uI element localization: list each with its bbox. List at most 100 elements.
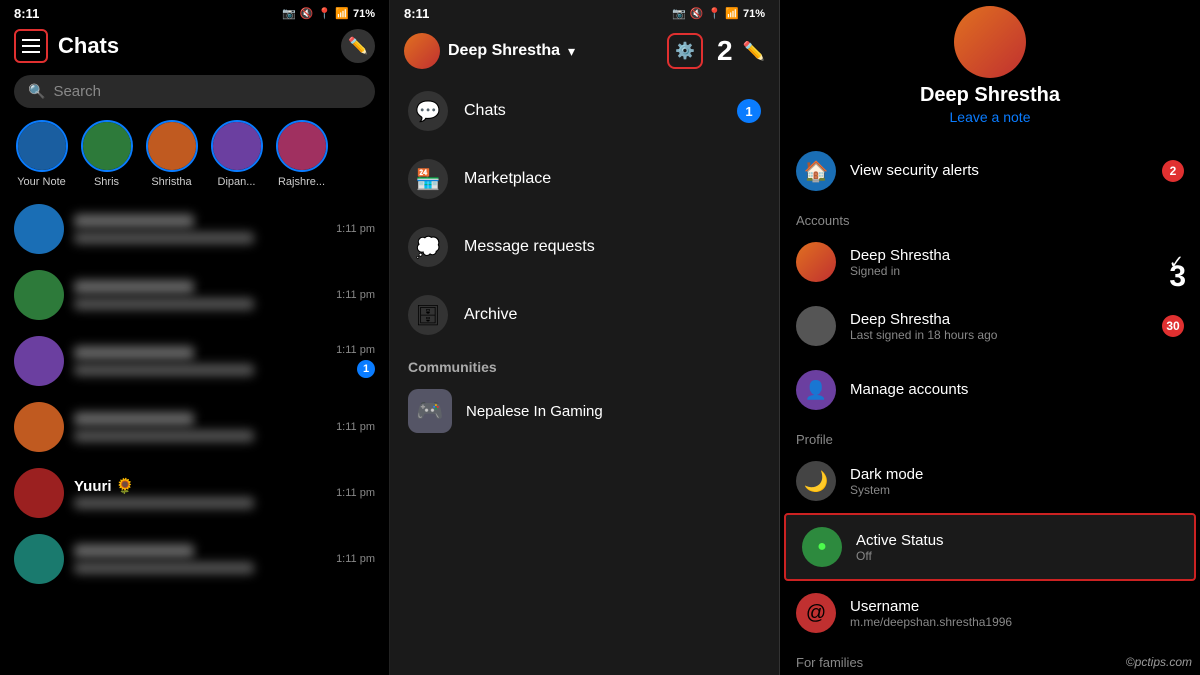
volume-icon-2: 🔇 [690,7,704,20]
account-avatar-2 [796,306,836,346]
chat-info-2 [74,280,326,310]
manage-accounts-text: Manage accounts [850,381,1184,399]
account-name-1: Deep Shrestha [850,247,1155,264]
chat-name-6 [74,544,194,558]
menu-user-info[interactable]: Deep Shrestha ▾ [404,33,575,69]
chat-item-4[interactable]: 1:11 pm [0,394,389,460]
edit-button[interactable]: ✏️ [341,29,375,63]
chat-time-5: 1:11 pm [336,487,375,499]
volume-icon: 🔇 [300,7,314,20]
chat-info-1 [74,214,326,244]
profile-avatar-large [954,6,1026,78]
account-badge-2: 30 [1162,315,1184,337]
chat-avatar-6 [14,534,64,584]
username-sub: m.me/deepshan.shrestha1996 [850,615,1184,629]
menu-item-message-requests[interactable]: 💭 Message requests [390,213,779,281]
panel-menu: 8:11 📷 🔇 📍 📶 71% Deep Shrestha ▾ ⚙️ 2 ✏️… [390,0,780,675]
chat-item-2[interactable]: 1:11 pm [0,262,389,328]
username-text: Username m.me/deepshan.shrestha1996 [850,598,1184,629]
chat-name-3 [74,346,194,360]
account-sub-2: Last signed in 18 hours ago [850,328,1148,342]
story-avatar-2 [81,120,133,172]
chat-preview-3 [74,364,254,376]
marketplace-menu-label: Marketplace [464,170,551,188]
chats-menu-icon: 💬 [408,91,448,131]
status-icons-1: 📷 🔇 📍 📶 71% [282,7,375,20]
story-your-note[interactable]: Your Note [14,120,69,188]
chat-meta-4: 1:11 pm [336,421,375,433]
chats-header: Chats ✏️ [0,25,389,71]
story-3[interactable]: Shristha [144,120,199,188]
username-icon: @ [796,593,836,633]
chat-item-3[interactable]: 1:11 pm 1 [0,328,389,394]
chat-item-6[interactable]: 1:11 pm [0,526,389,592]
username-item[interactable]: @ Username m.me/deepshan.shrestha1996 [780,581,1200,645]
story-2[interactable]: Shris [79,120,134,188]
active-status-item[interactable]: ● Active Status Off [784,513,1196,581]
story-5[interactable]: Rajshre... [274,120,329,188]
chat-item-5[interactable]: Yuuri 🌻 1:11 pm [0,460,389,526]
account-item-2[interactable]: Deep Shrestha Last signed in 18 hours ag… [780,294,1200,358]
chat-time-3: 1:11 pm [336,344,375,356]
manage-accounts-item[interactable]: 👤 Manage accounts [780,358,1200,422]
camera-icon: 📷 [282,7,296,20]
dark-mode-title: Dark mode [850,466,1184,483]
chat-preview-4 [74,430,254,442]
chat-info-3 [74,346,326,376]
leave-note-button[interactable]: Leave a note [794,109,1186,125]
chat-preview-5 [74,497,254,509]
chats-badge: 1 [737,99,761,123]
menu-item-marketplace[interactable]: 🏪 Marketplace [390,145,779,213]
message-requests-icon: 💭 [408,227,448,267]
chats-menu-label: Chats [464,102,506,120]
pencil-icon[interactable]: ✏️ [743,41,765,62]
chat-meta-1: 1:11 pm [336,223,375,235]
marketplace-menu-icon: 🏪 [408,159,448,199]
archive-label: Archive [464,306,517,324]
hamburger-button[interactable] [14,29,48,63]
security-text: View security alerts [850,162,1148,180]
story-name-5: Rajshre... [278,176,325,188]
accounts-section-header: Accounts [780,207,1200,230]
p3-profile-header: Deep Shrestha Leave a note [780,0,1200,139]
menu-item-archive[interactable]: 🗄 Archive [390,281,779,349]
account-item-1[interactable]: Deep Shrestha Signed in ✓ [780,230,1200,294]
dark-mode-sub: System [850,483,1184,497]
menu-item-chats[interactable]: 💬 Chats 1 [390,77,779,145]
signal-icon: 📶 [335,7,349,20]
location-icon-2: 📍 [708,7,722,20]
unread-badge-3: 1 [357,360,375,378]
your-note-label: Your Note [17,176,66,188]
chat-preview-1 [74,232,254,244]
chat-time-4: 1:11 pm [336,421,375,433]
story-4[interactable]: Dipan... [209,120,264,188]
chat-list: 1:11 pm 1:11 pm 1:11 pm 1 [0,196,389,675]
time-2: 8:11 [404,6,429,21]
chat-time-6: 1:11 pm [336,553,375,565]
status-bar-1: 8:11 📷 🔇 📍 📶 71% [0,0,389,25]
chat-avatar-2 [14,270,64,320]
story-avatar-3 [146,120,198,172]
chat-avatar-3 [14,336,64,386]
settings-button[interactable]: ⚙️ [667,33,703,69]
chat-avatar-4 [14,402,64,452]
step-annotation-2: 2 [717,35,733,67]
community-item[interactable]: 🎮 Nepalese In Gaming [390,379,779,443]
menu-header: Deep Shrestha ▾ ⚙️ 2 ✏️ [390,25,779,77]
panel-chats: 8:11 📷 🔇 📍 📶 71% Chats ✏️ 🔍 Search [0,0,390,675]
security-title: View security alerts [850,162,979,179]
security-alerts-item[interactable]: 🏠 View security alerts 2 [780,139,1200,203]
active-status-text: Active Status Off [856,532,1178,563]
account-avatar-1 [796,242,836,282]
hamburger-line-1 [22,39,40,41]
search-bar[interactable]: 🔍 Search [14,75,375,108]
dark-mode-item[interactable]: 🌙 Dark mode System [780,449,1200,513]
chat-meta-6: 1:11 pm [336,553,375,565]
menu-user-name: Deep Shrestha [448,42,560,60]
chat-item-1[interactable]: 1:11 pm [0,196,389,262]
active-status-icon: ● [802,527,842,567]
chat-preview-6 [74,562,254,574]
manage-accounts-icon: 👤 [796,370,836,410]
search-icon: 🔍 [28,83,45,100]
menu-action-icons: ⚙️ 2 ✏️ [667,33,765,69]
